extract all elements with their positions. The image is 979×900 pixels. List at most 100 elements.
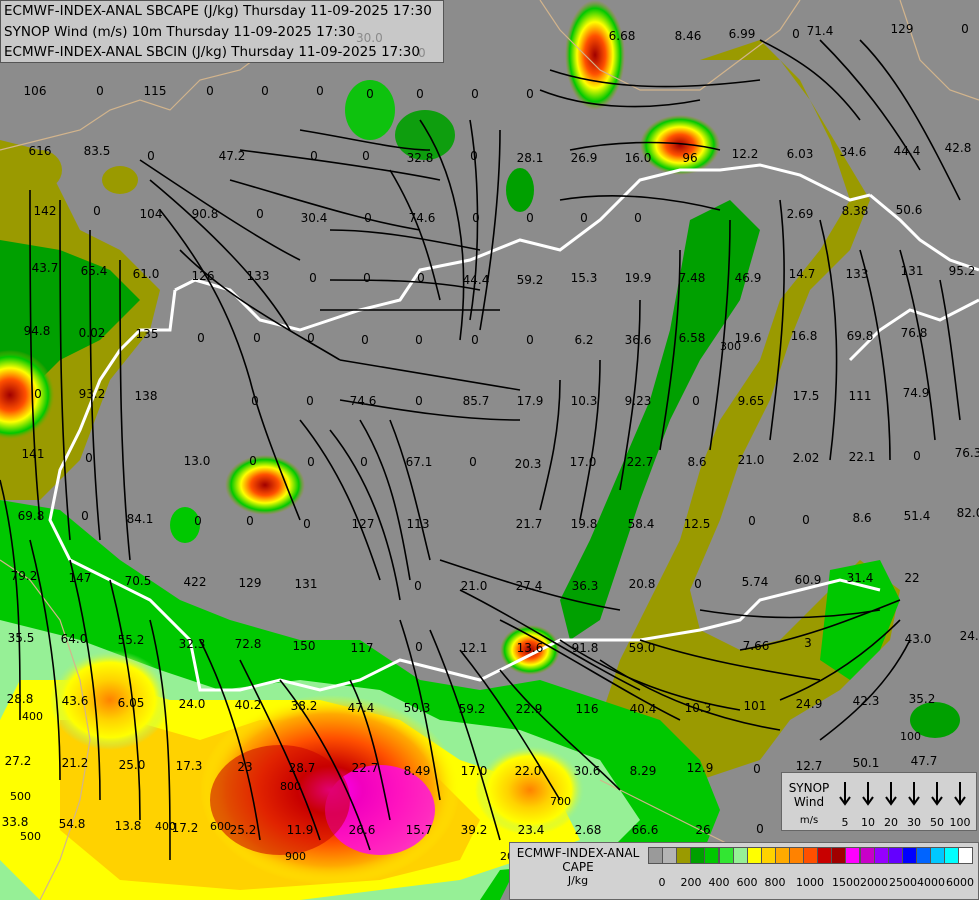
cape-legend-swatch — [789, 847, 805, 864]
station-value: 17.2 — [172, 821, 199, 835]
station-value: 104 — [140, 207, 163, 221]
cape-legend-tick: 1000 — [796, 876, 824, 889]
wind-legend-title: SYNOP Wind — [786, 781, 832, 809]
title-overlap-value-1: 30.0 — [356, 31, 383, 45]
station-value: 0 — [306, 394, 314, 408]
station-value: 94.8 — [24, 324, 51, 338]
station-value: 21.2 — [62, 756, 89, 770]
station-value: 23.4 — [518, 823, 545, 837]
station-value: 50.3 — [404, 701, 431, 715]
station-value: 0 — [471, 87, 479, 101]
wind-legend-entry: 10 — [857, 779, 879, 829]
station-value: 71.4 — [807, 24, 834, 38]
station-value: 0 — [256, 207, 264, 221]
cape-legend-swatch — [831, 847, 847, 864]
station-value: 131 — [295, 577, 318, 591]
station-value: 0 — [206, 84, 214, 98]
svg-text:100: 100 — [900, 730, 921, 743]
station-value: 0 — [634, 211, 642, 225]
station-value: 12.1 — [461, 641, 488, 655]
wind-legend-title-line2: Wind — [793, 795, 825, 809]
cape-legend-tick: 4000 — [917, 876, 945, 889]
station-value: 40.2 — [235, 698, 262, 712]
station-value: 28.8 — [7, 692, 34, 706]
station-value: 74.6 — [350, 394, 377, 408]
station-value: 74.6 — [409, 211, 436, 225]
station-value: 38.2 — [291, 699, 318, 713]
station-value: 69.8 — [847, 329, 874, 343]
cape-cell-mid — [225, 455, 305, 515]
cape-legend-tick: 0 — [658, 876, 666, 889]
station-value: 24.0 — [179, 697, 206, 711]
station-value: 422 — [184, 575, 207, 589]
station-value: 47.4 — [348, 701, 375, 715]
station-value: 32.8 — [407, 151, 434, 165]
cape-legend-swatch — [690, 847, 706, 864]
station-value: 25.0 — [119, 758, 146, 772]
station-value: 101 — [744, 699, 767, 713]
station-value: 0 — [414, 579, 422, 593]
station-value: 26.6 — [349, 823, 376, 837]
station-value: 0 — [307, 331, 315, 345]
station-value: 6.2 — [574, 333, 593, 347]
station-value: 39.2 — [461, 823, 488, 837]
station-value: 44.4 — [463, 273, 490, 287]
map-title-box: ECMWF-INDEX-ANAL SBCAPE (J/kg) Thursday … — [0, 0, 444, 63]
cape-legend-swatch — [662, 847, 678, 864]
station-value: 35.5 — [8, 631, 35, 645]
station-value: 84.1 — [127, 512, 154, 526]
wind-legend-value: 5 — [841, 816, 849, 829]
station-value: 17.0 — [570, 455, 597, 469]
cape-legend-swatch — [704, 847, 720, 864]
station-value: 0 — [961, 22, 969, 36]
cape-legend-tick: 200 — [680, 876, 702, 889]
station-value: 50.6 — [896, 203, 923, 217]
station-value: 0.02 — [79, 326, 106, 340]
cape-legend-unit: J/kg — [567, 874, 589, 887]
station-value: 0 — [471, 333, 479, 347]
cape-legend: ECMWF-INDEX-ANAL CAPE J/kg 0 200 400 600 800… — [509, 842, 979, 900]
cape-cell-w3 — [102, 166, 138, 194]
station-value: 150 — [293, 639, 316, 653]
svg-text:700: 700 — [550, 795, 571, 808]
station-value: 20.8 — [629, 577, 656, 591]
station-value: 10.3 — [571, 394, 598, 408]
station-value: 0 — [802, 513, 810, 527]
wind-legend-value: 10 — [861, 816, 875, 829]
station-value: 42.8 — [945, 141, 972, 155]
station-value: 93.2 — [79, 387, 106, 401]
wind-legend-value: 100 — [949, 816, 971, 829]
station-value: 3 — [804, 636, 812, 650]
station-value: 60.9 — [795, 573, 822, 587]
cape-legend-title-line2: CAPE — [562, 860, 594, 874]
station-value: 0 — [692, 394, 700, 408]
cape-legend-tick: 2500 — [889, 876, 917, 889]
station-value: 0 — [756, 822, 764, 836]
station-value: 22.9 — [516, 702, 543, 716]
station-value: 40.4 — [630, 702, 657, 716]
station-value: 17.3 — [176, 759, 203, 773]
station-value: 0 — [361, 333, 369, 347]
station-value: 55.2 — [118, 633, 145, 647]
station-value: 65.4 — [81, 264, 108, 278]
station-value: 0 — [246, 514, 254, 528]
station-value: 6.03 — [787, 147, 814, 161]
station-value: 9.65 — [738, 394, 765, 408]
station-value: 0 — [362, 149, 370, 163]
station-value: 64.0 — [61, 632, 88, 646]
station-value: 17.9 — [517, 394, 544, 408]
cape-legend-swatch — [760, 847, 776, 864]
station-value: 0 — [472, 211, 480, 225]
station-value: 115 — [144, 84, 167, 98]
cape-legend-swatch — [648, 847, 664, 864]
station-value: 82.0 — [957, 506, 979, 520]
station-value: 30.4 — [301, 211, 328, 225]
station-value: 6.99 — [729, 27, 756, 41]
station-value: 10.3 — [685, 701, 712, 715]
station-value: 6.68 — [609, 29, 636, 43]
station-value: 129 — [891, 22, 914, 36]
station-value: 8.29 — [630, 764, 657, 778]
station-value: 13.0 — [184, 454, 211, 468]
cape-cell-mid4 — [506, 168, 534, 212]
cape-legend-tick: 2000 — [860, 876, 888, 889]
